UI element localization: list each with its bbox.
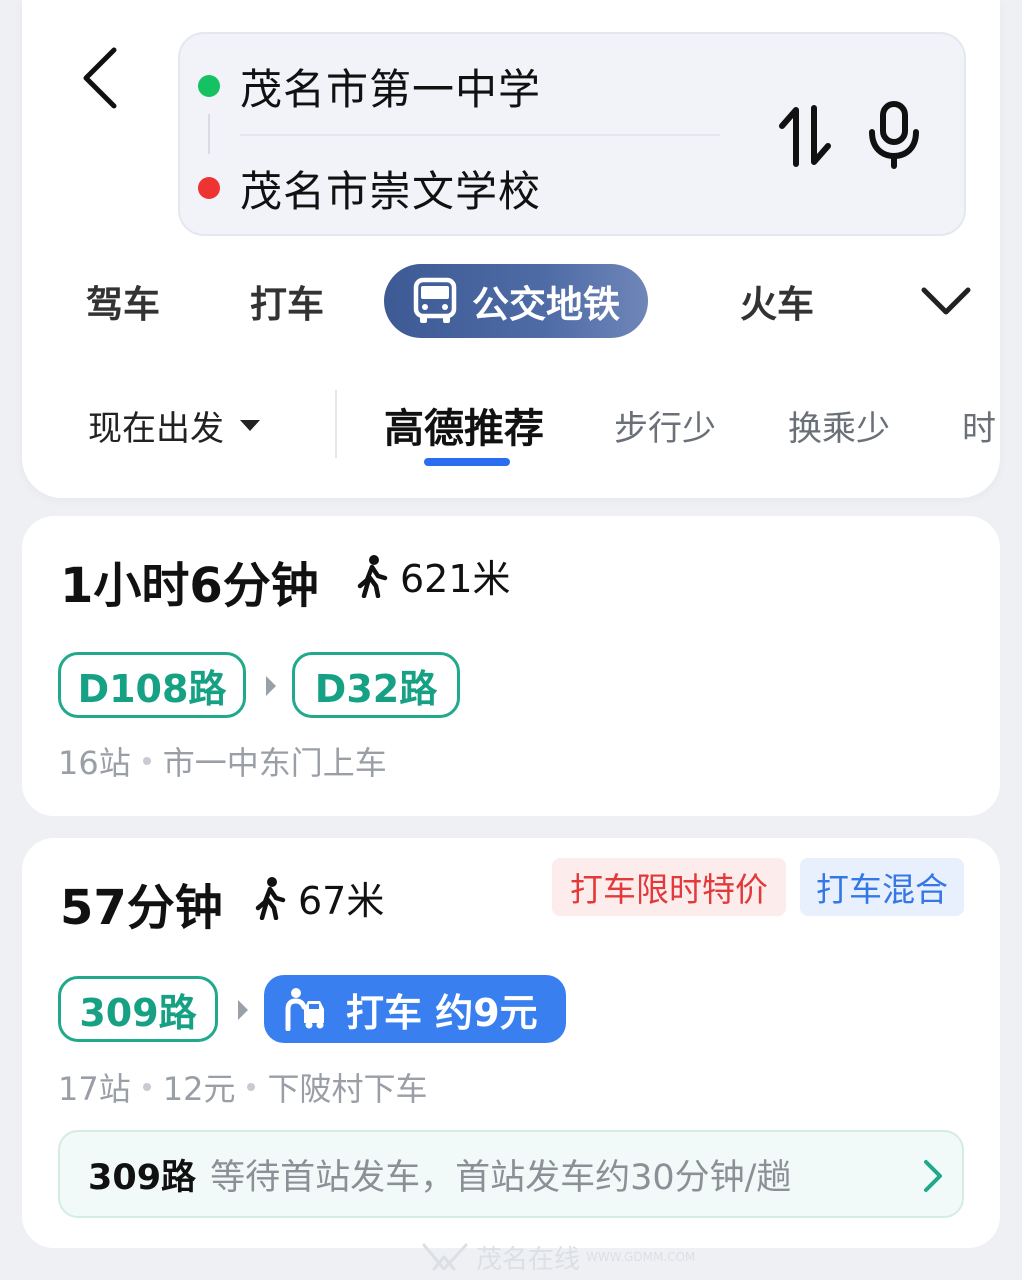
route-meta: 17站 12元 下陂村下车 <box>58 1064 427 1110</box>
route-preference-row: 现在出发 高德推荐 步行少 换乘少 时 <box>22 380 1000 470</box>
transfer-arrow-icon <box>266 676 276 696</box>
walking-person-icon <box>255 876 286 920</box>
active-tab-underline <box>424 458 510 466</box>
depart-time-selector[interactable]: 现在出发 <box>88 398 260 452</box>
walk-distance: 621米 <box>356 548 511 603</box>
meta-separator <box>142 757 151 765</box>
departure-notice[interactable]: 309路 等待首站发车，首站发车约30分钟/趟 <box>58 1130 964 1218</box>
depart-time-label: 现在出发 <box>88 408 224 449</box>
transfer-arrow-icon <box>238 1000 248 1020</box>
walk-distance-value: 67米 <box>298 879 385 923</box>
destination-text: 茂名市崇文学校 <box>240 166 542 216</box>
pref-tab-fewer-transfers[interactable]: 换乘少 <box>788 398 890 452</box>
preference-separator <box>335 390 337 458</box>
alighting-stop: 下陂村下车 <box>267 1070 428 1108</box>
tab-transit-label: 公交地铁 <box>472 283 620 326</box>
bus-line-chip[interactable]: D108路 <box>58 652 246 718</box>
meta-separator <box>247 1083 256 1091</box>
taxi-price-label: 打车 约9元 <box>346 990 538 1035</box>
watermark: 茂名在线 WWW.GDMM.COM <box>420 1236 695 1278</box>
stop-count: 17站 <box>58 1070 131 1108</box>
origin-dot-icon <box>198 75 220 97</box>
route-result-card[interactable]: 57分钟 67米 打车限时特价 打车混合 309路 打车 约9元 17站 12元… <box>22 838 1000 1248</box>
more-modes-button[interactable] <box>918 276 974 326</box>
tab-train[interactable]: 火车 <box>722 264 832 338</box>
swap-route-button[interactable] <box>776 104 836 168</box>
microphone-icon <box>869 101 919 169</box>
route-duration: 1小时6分钟 <box>60 558 319 614</box>
notice-route-name: 309路 <box>88 1157 197 1198</box>
route-search-card: 茂名市第一中学 茂名市崇文学校 驾车 打车 公交地铁 火车 现在出发 高德推荐 … <box>22 0 1000 498</box>
route-result-card[interactable]: 1小时6分钟 621米 D108路 D32路 16站 市一中东门上车 <box>22 516 1000 816</box>
taxi-promo-tag: 打车限时特价 <box>552 858 786 916</box>
tab-drive[interactable]: 驾车 <box>68 264 178 338</box>
stop-count: 16站 <box>58 744 131 782</box>
taxi-segment-chip[interactable]: 打车 约9元 <box>264 975 566 1043</box>
pref-tab-time[interactable]: 时 <box>962 398 1000 452</box>
route-connector <box>208 114 210 154</box>
notice-message: 等待首站发车，首站发车约30分钟/趟 <box>210 1157 792 1198</box>
tab-taxi[interactable]: 打车 <box>232 264 342 338</box>
taxi-mixed-tag: 打车混合 <box>800 858 964 916</box>
route-divider <box>240 134 720 136</box>
pref-tab-recommended[interactable]: 高德推荐 <box>384 398 544 452</box>
swap-arrows-icon <box>779 105 831 167</box>
meta-separator <box>142 1083 151 1091</box>
back-arrow-icon <box>83 47 117 109</box>
boarding-stop: 市一中东门上车 <box>162 744 387 782</box>
taxi-car-icon <box>285 988 324 1031</box>
voice-input-button[interactable] <box>864 100 924 170</box>
transport-mode-tabs: 驾车 打车 公交地铁 火车 <box>22 264 1000 340</box>
walk-distance: 67米 <box>254 870 384 925</box>
walk-distance-value: 621米 <box>400 557 511 601</box>
watermark-logo-icon <box>422 1243 468 1271</box>
chevron-right-icon <box>924 1160 942 1192</box>
bus-icon <box>413 277 457 323</box>
pref-tab-less-walking[interactable]: 步行少 <box>614 398 716 452</box>
watermark-url: WWW.GDMM.COM <box>586 1250 696 1264</box>
fare: 12元 <box>162 1070 236 1108</box>
chevron-down-icon <box>921 287 971 315</box>
caret-down-icon <box>240 419 260 431</box>
walking-person-icon <box>357 554 388 598</box>
origin-text: 茂名市第一中学 <box>240 64 542 114</box>
bus-line-chip[interactable]: D32路 <box>292 652 460 718</box>
tab-transit[interactable]: 公交地铁 <box>384 264 648 338</box>
back-button[interactable] <box>70 40 130 116</box>
route-meta: 16站 市一中东门上车 <box>58 738 387 784</box>
route-duration: 57分钟 <box>60 880 223 936</box>
watermark-text: 茂名在线 <box>476 1244 581 1275</box>
bus-line-chip[interactable]: 309路 <box>58 976 218 1042</box>
route-input-box: 茂名市第一中学 茂名市崇文学校 <box>178 32 966 236</box>
destination-dot-icon <box>198 177 220 199</box>
